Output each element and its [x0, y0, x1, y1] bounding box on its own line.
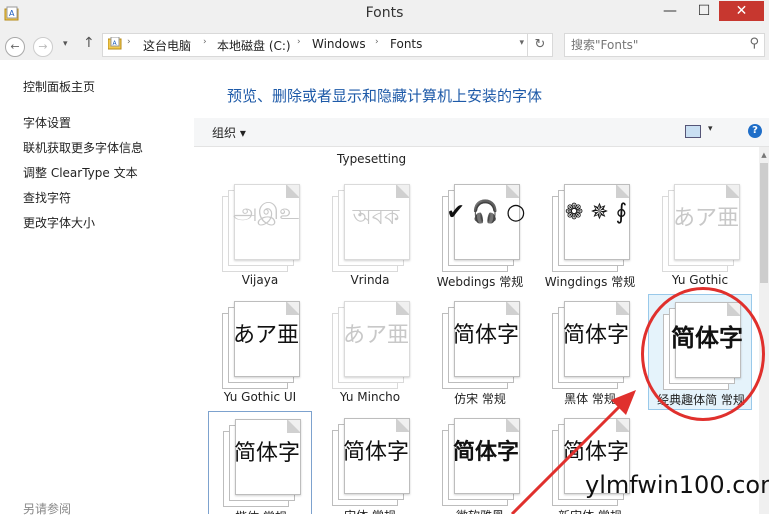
watermark: ylmfwin100.com [585, 471, 769, 499]
annotation-arrow-icon [510, 390, 636, 514]
